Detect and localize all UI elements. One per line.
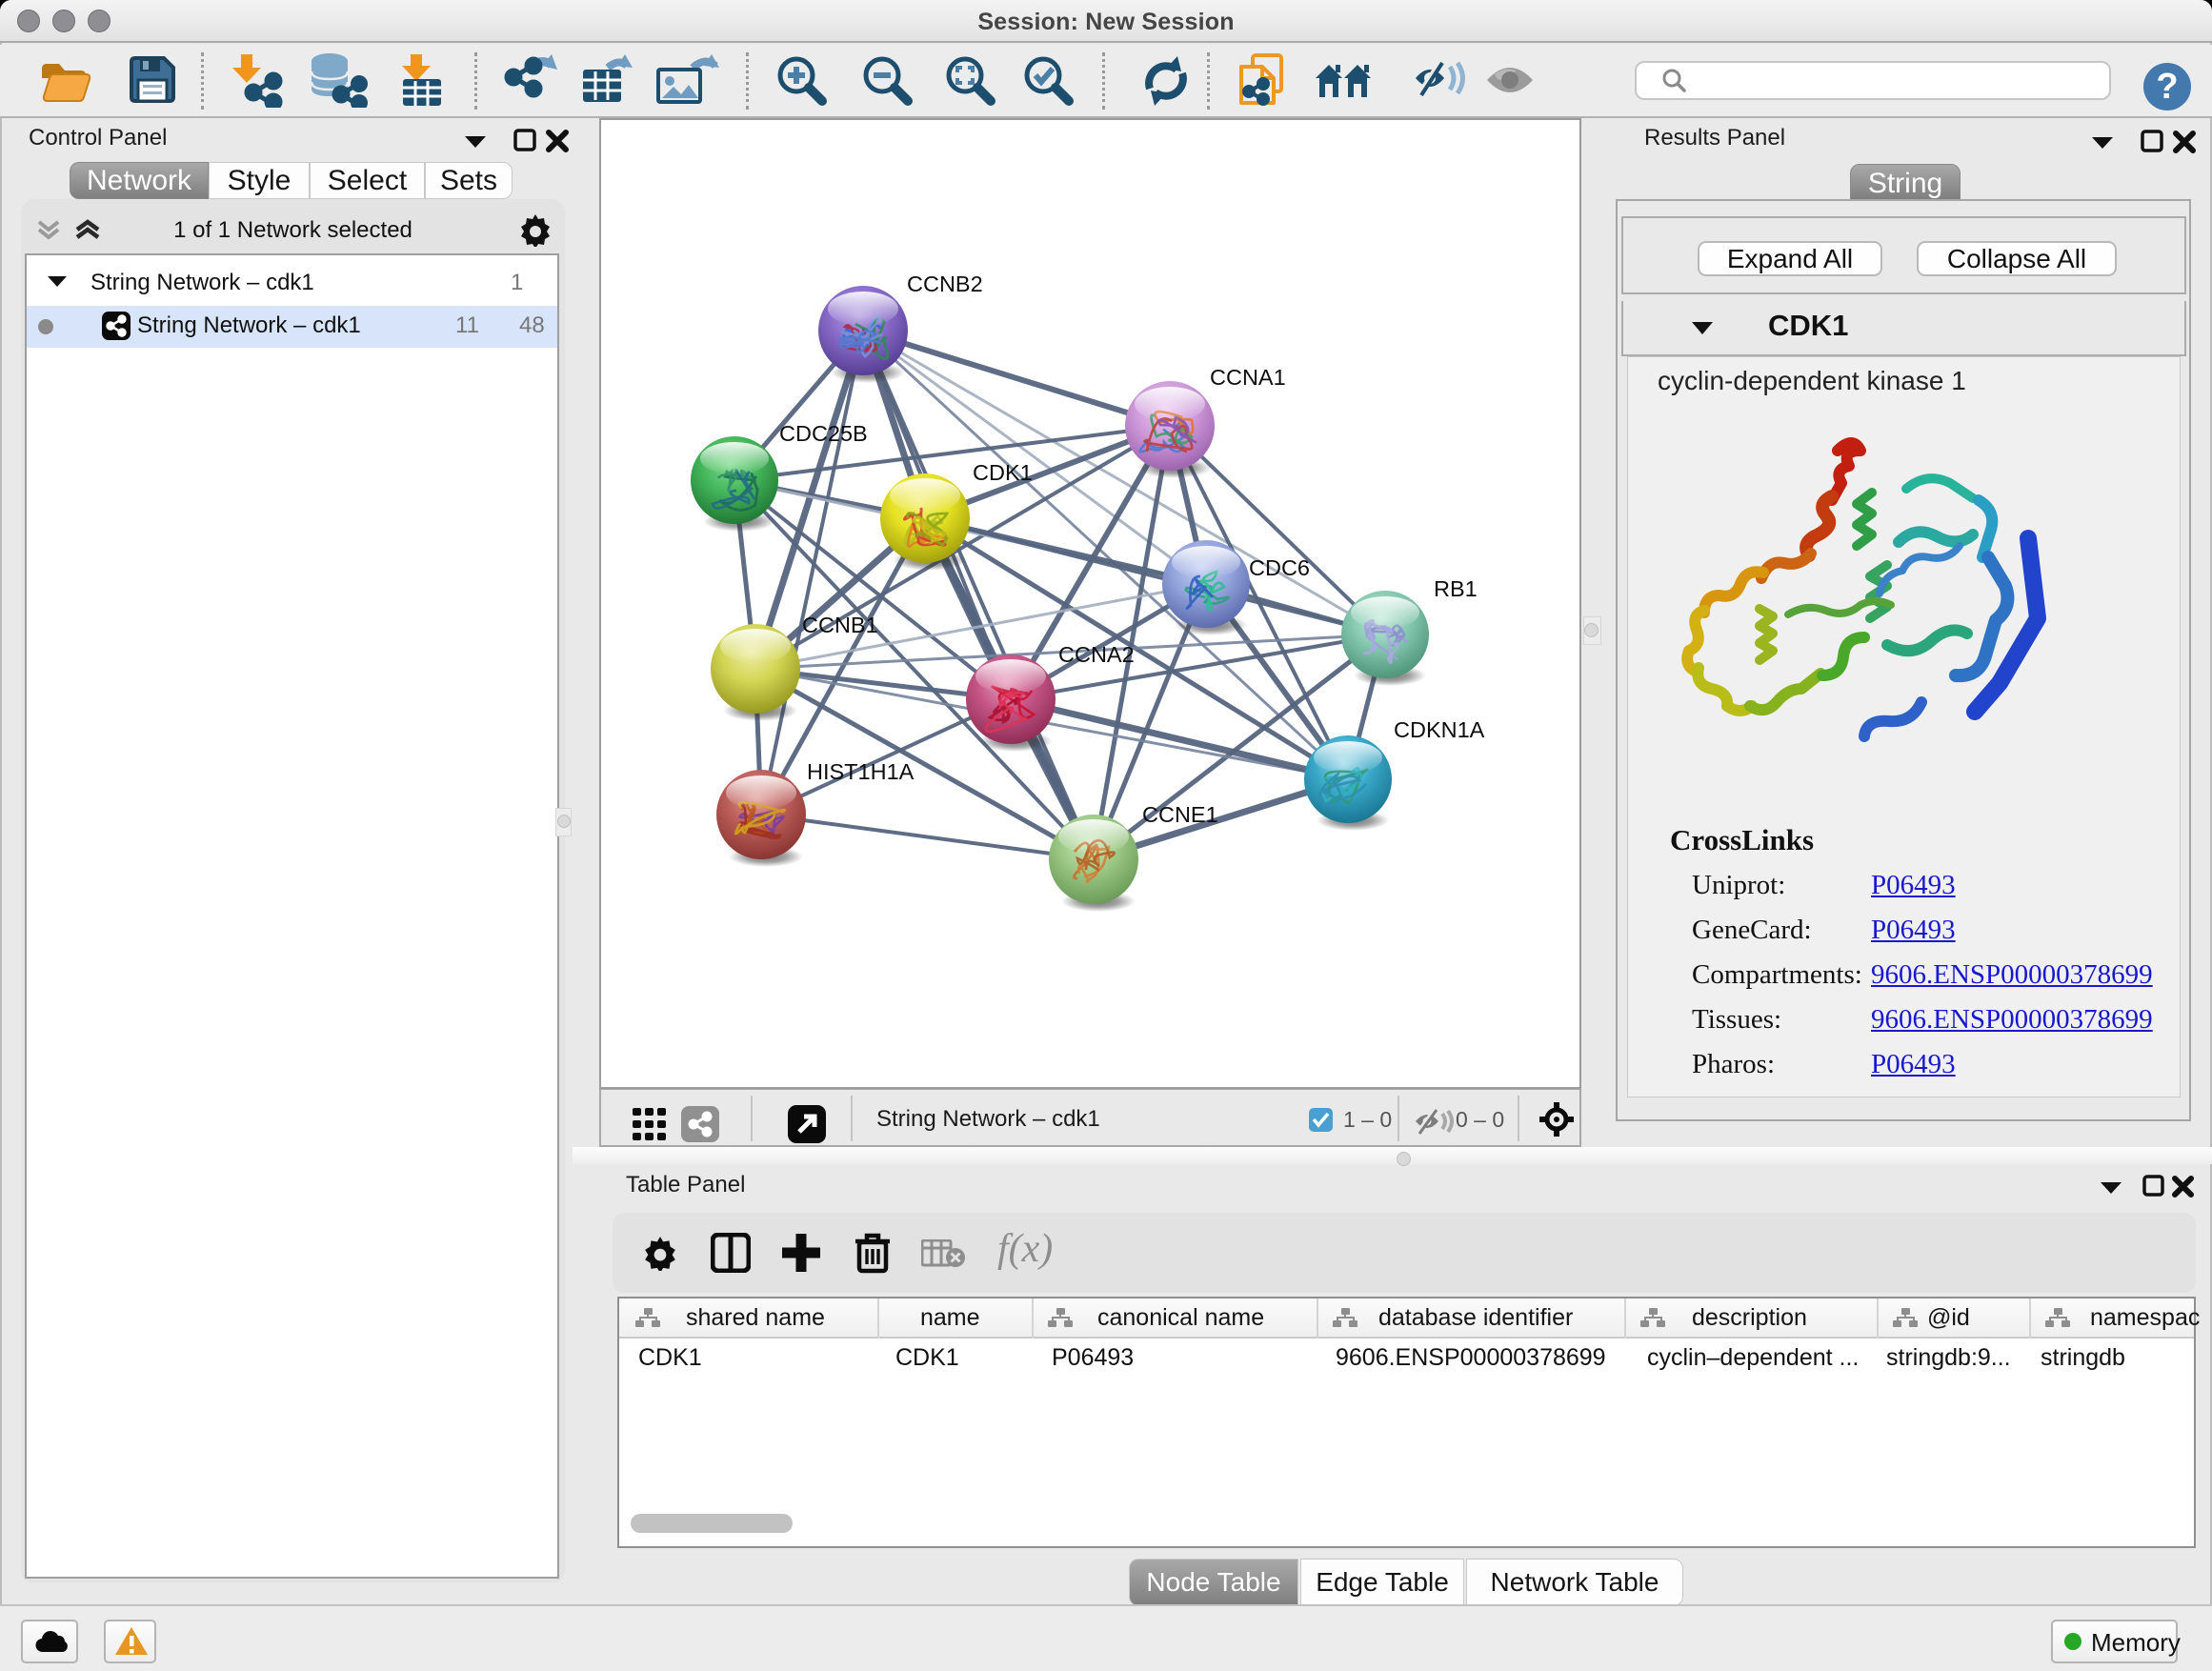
- svg-text:CCNA1: CCNA1: [1210, 365, 1286, 390]
- svg-text:CDK1: CDK1: [973, 460, 1033, 485]
- svg-text:CCNA2: CCNA2: [1058, 642, 1135, 667]
- svg-text:CCNB2: CCNB2: [907, 272, 983, 296]
- svg-text:RB1: RB1: [1434, 576, 1478, 601]
- svg-text:CDC6: CDC6: [1249, 555, 1310, 580]
- svg-text:CDKN1A: CDKN1A: [1394, 717, 1485, 742]
- svg-text:HIST1H1A: HIST1H1A: [807, 759, 915, 784]
- svg-text:CDC25B: CDC25B: [779, 421, 868, 446]
- svg-text:CCNE1: CCNE1: [1142, 802, 1218, 827]
- svg-text:CCNB1: CCNB1: [802, 613, 878, 637]
